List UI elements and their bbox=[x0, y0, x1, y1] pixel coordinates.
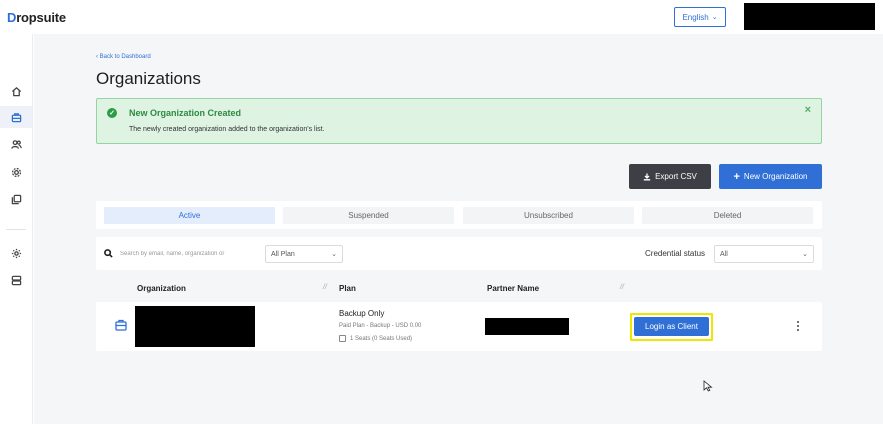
gear-icon bbox=[11, 248, 21, 258]
status-tabs: Active Suspended Unsubscribed Deleted bbox=[96, 201, 822, 229]
sidebar-item-gear[interactable] bbox=[0, 242, 32, 264]
download-icon bbox=[643, 173, 651, 180]
main-content: ‹ Back to Dashboard Organizations ✓ New … bbox=[34, 34, 883, 424]
plan-filter-select[interactable]: All Plan ⌄ bbox=[265, 245, 343, 263]
export-csv-button[interactable]: Export CSV bbox=[629, 164, 711, 189]
sidebar bbox=[0, 34, 33, 424]
language-label: English bbox=[682, 12, 709, 22]
dropsuite-logo[interactable]: Dropsuite bbox=[7, 10, 66, 25]
chevron-down-icon: ⌄ bbox=[711, 14, 718, 21]
credential-status-value: All bbox=[720, 250, 728, 258]
credential-status-label: Credential status bbox=[645, 249, 706, 258]
sort-icon[interactable]: // bbox=[323, 284, 327, 291]
plus-icon: + bbox=[733, 170, 740, 183]
table-row: Backup Only Paid Plan - Backup - USD 0.0… bbox=[96, 302, 822, 351]
sidebar-divider bbox=[6, 229, 26, 230]
check-circle-icon: ✓ bbox=[107, 108, 117, 118]
credential-status-select[interactable]: All ⌄ bbox=[714, 245, 814, 263]
sidebar-item-server[interactable] bbox=[0, 269, 32, 291]
sidebar-item-organizations[interactable] bbox=[0, 106, 32, 128]
top-bar: Dropsuite English ⌄ bbox=[0, 0, 883, 34]
export-csv-label: Export CSV bbox=[655, 172, 697, 181]
organization-icon bbox=[114, 318, 128, 332]
sidebar-item-settings[interactable] bbox=[0, 161, 32, 183]
success-alert: ✓ New Organization Created The newly cre… bbox=[96, 98, 822, 144]
column-partner-name[interactable]: Partner Name bbox=[487, 284, 539, 293]
search-box bbox=[104, 245, 259, 262]
plan-detail: Paid Plan - Backup - USD 0.00 bbox=[339, 323, 422, 329]
sidebar-item-home[interactable] bbox=[0, 80, 32, 102]
seats-text: 1 Seats (0 Seats Used) bbox=[350, 335, 413, 342]
search-icon bbox=[104, 248, 114, 259]
tab-active[interactable]: Active bbox=[104, 207, 275, 224]
plan-name: Backup Only bbox=[339, 309, 385, 318]
sidebar-item-copy[interactable] bbox=[0, 188, 32, 210]
seat-icon bbox=[339, 335, 346, 342]
page-title: Organizations bbox=[96, 69, 201, 88]
chevron-down-icon: ⌄ bbox=[331, 251, 337, 258]
filter-bar: All Plan ⌄ Credential status All ⌄ bbox=[96, 237, 822, 270]
alert-title: New Organization Created bbox=[129, 108, 242, 118]
home-icon bbox=[11, 86, 21, 96]
redacted-user-area bbox=[744, 3, 875, 30]
close-icon[interactable]: × bbox=[805, 104, 811, 116]
tab-deleted[interactable]: Deleted bbox=[642, 207, 813, 224]
settings-icon bbox=[11, 167, 21, 177]
alert-message: The newly created organization added to … bbox=[129, 126, 325, 133]
redacted-organization-name bbox=[135, 306, 255, 347]
chevron-down-icon: ⌄ bbox=[802, 251, 808, 258]
table-header: Organization // Plan Partner Name // bbox=[96, 280, 822, 298]
tab-suspended[interactable]: Suspended bbox=[283, 207, 454, 224]
new-organization-button[interactable]: + New Organization bbox=[719, 164, 822, 189]
more-options-icon[interactable] bbox=[794, 319, 802, 333]
plan-seats: 1 Seats (0 Seats Used) bbox=[339, 335, 412, 342]
server-icon bbox=[11, 275, 21, 285]
sort-icon[interactable]: // bbox=[620, 284, 624, 291]
search-input[interactable] bbox=[120, 250, 255, 257]
language-dropdown[interactable]: English ⌄ bbox=[674, 7, 726, 27]
organization-icon bbox=[11, 112, 21, 122]
login-as-client-button[interactable]: Login as Client bbox=[634, 317, 709, 336]
plan-filter-value: All Plan bbox=[271, 250, 295, 258]
column-plan[interactable]: Plan bbox=[339, 284, 356, 293]
sidebar-item-users[interactable] bbox=[0, 133, 32, 155]
mouse-cursor-icon bbox=[703, 380, 713, 392]
users-icon bbox=[10, 139, 22, 149]
back-to-dashboard-link[interactable]: ‹ Back to Dashboard bbox=[96, 54, 151, 60]
tab-unsubscribed[interactable]: Unsubscribed bbox=[463, 207, 634, 224]
copy-icon bbox=[11, 194, 21, 204]
new-organization-label: New Organization bbox=[743, 172, 808, 181]
redacted-partner-name bbox=[485, 318, 569, 335]
column-organization[interactable]: Organization bbox=[137, 284, 186, 293]
